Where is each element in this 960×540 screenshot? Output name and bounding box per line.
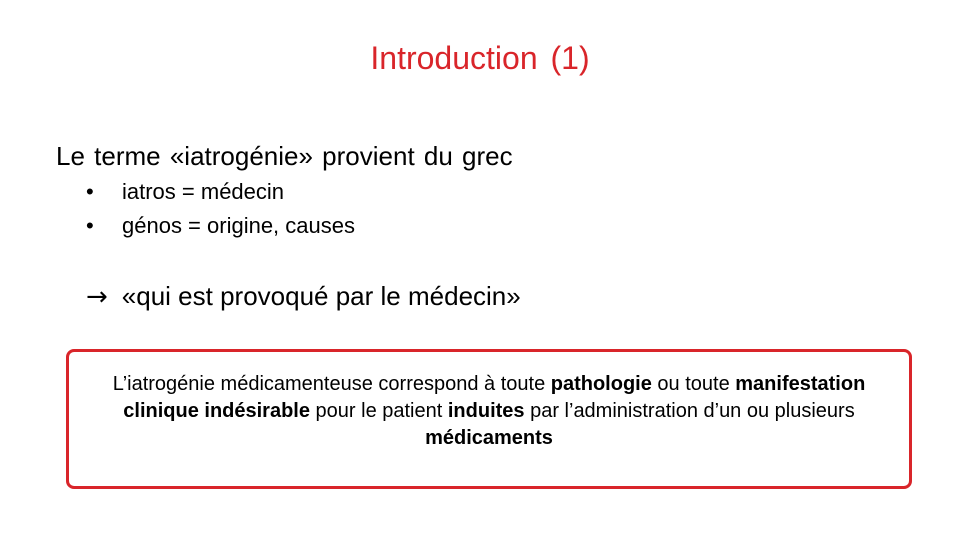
bullet-text: génos = origine, causes: [122, 213, 355, 238]
bullet-marker: •: [86, 179, 94, 204]
definition-part: L’iatrogénie médicamenteuse correspond à…: [112, 372, 551, 395]
list-item: • génos = origine, causes: [86, 213, 355, 247]
definition-part: ou toute: [651, 372, 736, 395]
slide-title: Introduction (1): [370, 40, 590, 76]
right-arrow-icon: →: [86, 282, 108, 312]
definition-text: L’iatrogénie médicamenteuse correspond à…: [99, 371, 879, 452]
slide: Introduction (1) Le terme «iatrogénie» p…: [0, 0, 960, 540]
bullet-text: iatros = médecin: [122, 179, 285, 204]
list-item: • iatros = médecin: [86, 179, 355, 213]
definition-keyword: médicaments: [425, 426, 553, 449]
lead-sentence: Le terme «iatrogénie» provient du grec: [56, 141, 513, 171]
definition-keyword: pathologie: [550, 372, 652, 395]
definition-part: par l’administration d’un ou plusieurs: [524, 399, 855, 422]
meaning-line: → «qui est provoqué par le médecin»: [86, 281, 521, 312]
definition-keyword: induites: [447, 399, 525, 422]
meaning-text: «qui est provoqué par le médecin»: [121, 281, 521, 311]
definition-part: pour le patient: [309, 399, 448, 422]
bullet-marker: •: [86, 213, 94, 238]
etymology-list: • iatros = médecin • génos = origine, caus…: [86, 179, 355, 247]
definition-box: L’iatrogénie médicamenteuse correspond à…: [66, 349, 912, 489]
